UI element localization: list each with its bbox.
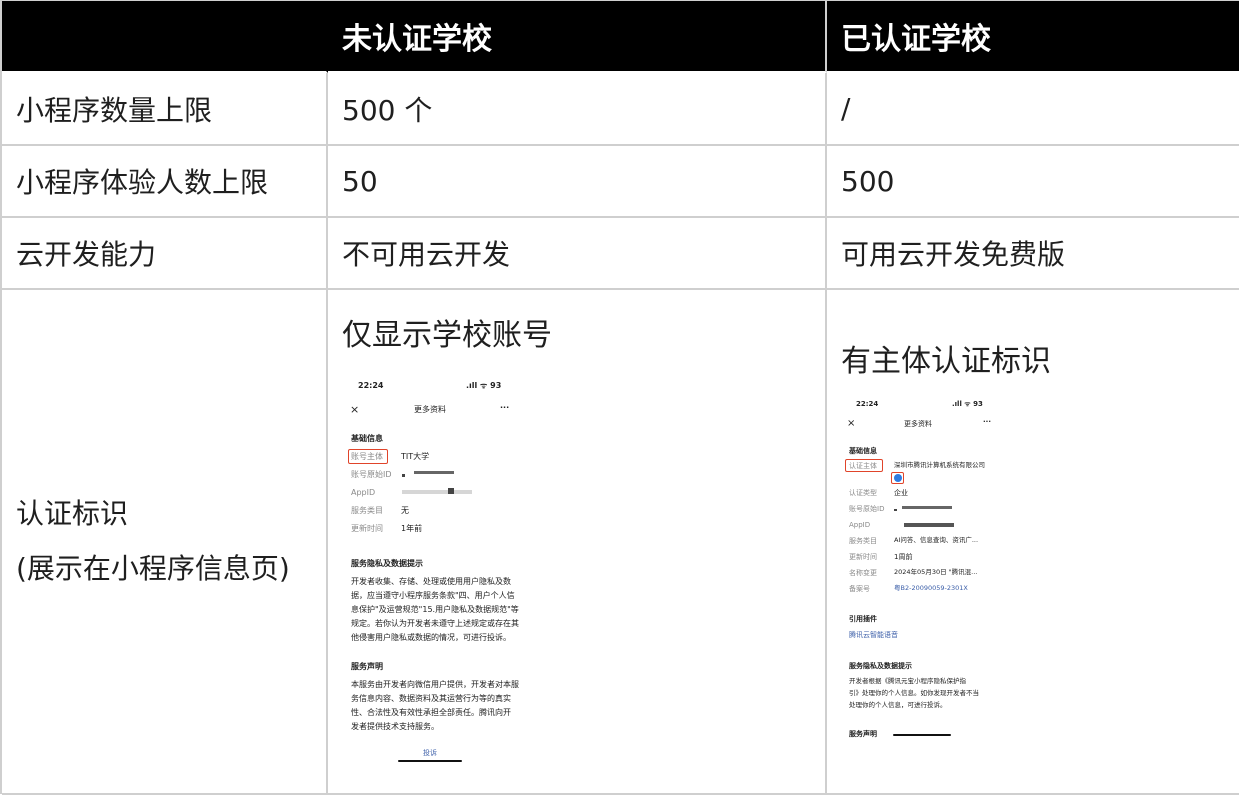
privacy-line: 规定。若你认为开发者未遵守上述规定或存在其	[351, 619, 519, 628]
field-key: 服务类目	[849, 537, 877, 545]
complaint-link[interactable]: 投诉	[423, 749, 437, 757]
status-time: 22:24	[358, 381, 384, 390]
field-key: 认证类型	[849, 489, 877, 497]
section-basic: 基础信息	[849, 447, 877, 455]
verified-badge-icon	[893, 474, 902, 482]
status-time: 22:24	[856, 400, 879, 408]
header-blank-cell	[2, 1, 328, 73]
unverified-value: 500 个	[328, 73, 827, 146]
table-row: 云开发能力 不可用云开发 可用云开发免费版	[2, 218, 1239, 290]
phone-screenshot-unverified: 22:24 .ıll ᯤ 93 × 更多资料 ··· 基础信息 账号主体 TIT…	[346, 378, 536, 768]
field-value: 无	[401, 506, 409, 515]
masked-value	[414, 471, 454, 474]
header-unverified-school: 未认证学校	[328, 1, 827, 73]
field-key: 账号主体	[351, 452, 383, 461]
unverified-value: 50	[328, 146, 827, 218]
masked-value	[894, 509, 897, 511]
masked-value	[402, 490, 472, 494]
verified-value: /	[827, 73, 1239, 146]
section-plugin: 引用插件	[849, 615, 877, 623]
verified-value: 500	[827, 146, 1239, 218]
more-icon: ···	[983, 418, 991, 426]
field-value: TIT大学	[401, 452, 430, 461]
more-icon: ···	[500, 403, 510, 412]
field-key: AppID	[351, 488, 376, 497]
identity-label-note: (展示在小程序信息页)	[16, 551, 290, 585]
section-basic: 基础信息	[351, 434, 383, 443]
table-row: 小程序数量上限 500 个 /	[2, 73, 1239, 146]
table-header-row: 未认证学校 已认证学校	[2, 1, 1239, 73]
verified-value: 可用云开发免费版	[827, 218, 1239, 290]
field-value: 2024年05月30日 "腾讯混...	[894, 568, 978, 576]
field-key: 账号原始ID	[351, 470, 392, 479]
row-label: 云开发能力	[2, 218, 328, 290]
row-label: 小程序体验人数上限	[2, 146, 328, 218]
field-key: 更新时间	[351, 524, 383, 533]
field-key: 服务类目	[351, 506, 383, 515]
verified-caption: 有主体认证标识	[841, 344, 1051, 379]
comparison-table: 未认证学校 已认证学校 小程序数量上限 500 个 / 小程序体验人数上限 50…	[0, 0, 1239, 795]
section-statement: 服务声明	[351, 662, 383, 671]
row-label: 小程序数量上限	[2, 73, 328, 146]
row-label: 认证标识 (展示在小程序信息页)	[2, 290, 328, 795]
privacy-line: 处理你的个人信息，可进行投诉。	[849, 701, 947, 709]
privacy-line: 据，应当遵守小程序服务条款"四、用户个人信	[351, 591, 515, 600]
home-indicator	[398, 760, 462, 762]
masked-value	[904, 523, 954, 527]
plugin-link[interactable]: 腾讯云智能语音	[849, 631, 898, 639]
privacy-line: 开发者根据《腾讯元宝小程序隐私保护指	[849, 677, 966, 685]
masked-value	[902, 506, 952, 509]
icp-link[interactable]: 粤B2-20090059-2301X	[894, 584, 968, 593]
phone-screenshot-verified: 22:24 .ıll ᯤ 93 × 更多资料 ··· 基础信息 认证主体 深圳市…	[842, 396, 1007, 756]
privacy-line: 开发者收集、存储、处理或使用用户隐私及数	[351, 577, 511, 586]
table-row: 小程序体验人数上限 50 500	[2, 146, 1239, 218]
privacy-line: 他侵害用户隐私或数据的情况，可进行投诉。	[351, 633, 511, 642]
masked-value	[402, 474, 405, 477]
field-key: 账号原始ID	[849, 505, 885, 513]
field-key: AppID	[849, 521, 871, 529]
masked-value	[448, 488, 454, 494]
section-privacy: 服务隐私及数据提示	[351, 559, 423, 568]
field-key: 名称变更	[849, 569, 877, 577]
statement-line: 务信息内容、数据资料及其运营行为等的真实	[351, 694, 511, 703]
unverified-value: 不可用云开发	[328, 218, 827, 290]
statement-line: 本服务由开发者向微信用户提供，开发者对本服	[351, 680, 519, 689]
home-indicator	[893, 734, 951, 736]
field-value: 企业	[894, 489, 908, 497]
field-value: AI问答、信息查询、资讯广...	[894, 536, 979, 544]
unverified-caption: 仅显示学校账号	[342, 318, 552, 353]
field-key: 备案号	[849, 585, 870, 593]
field-key: 认证主体	[849, 462, 877, 470]
privacy-line: 息保护"及运营规范"15.用户隐私及数据规范"等	[351, 605, 519, 614]
statement-line: 性、合法性及有效性承担全部责任。腾讯向开	[351, 708, 511, 717]
privacy-line: 引》处理你的个人信息。如你发现开发者不当	[849, 689, 979, 697]
field-value: 1年前	[401, 524, 423, 533]
unverified-identity-cell: 仅显示学校账号 22:24 .ıll ᯤ 93 × 更多资料 ··· 基础信息 …	[328, 290, 827, 795]
status-icons: .ıll ᯤ 93	[952, 400, 983, 408]
header-verified-school: 已认证学校	[827, 1, 1239, 73]
close-icon: ×	[350, 403, 360, 416]
section-privacy: 服务隐私及数据提示	[849, 662, 912, 670]
status-icons: .ıll ᯤ 93	[466, 381, 502, 390]
page-title: 更多资料	[414, 405, 446, 414]
field-key: 更新时间	[849, 553, 877, 561]
statement-line: 发者提供技术支持服务。	[351, 722, 439, 731]
identity-label: 认证标识	[16, 496, 129, 530]
page-title: 更多资料	[904, 420, 932, 428]
verified-identity-cell: 有主体认证标识 22:24 .ıll ᯤ 93 × 更多资料 ··· 基础信息 …	[827, 290, 1239, 795]
field-value: 深圳市腾讯计算机系统有限公司	[894, 461, 985, 469]
close-icon: ×	[847, 418, 856, 429]
section-statement: 服务声明	[849, 730, 877, 738]
field-value: 1周前	[894, 553, 913, 561]
table-row-identity: 认证标识 (展示在小程序信息页) 仅显示学校账号 22:24 .ıll ᯤ 93…	[2, 290, 1239, 795]
